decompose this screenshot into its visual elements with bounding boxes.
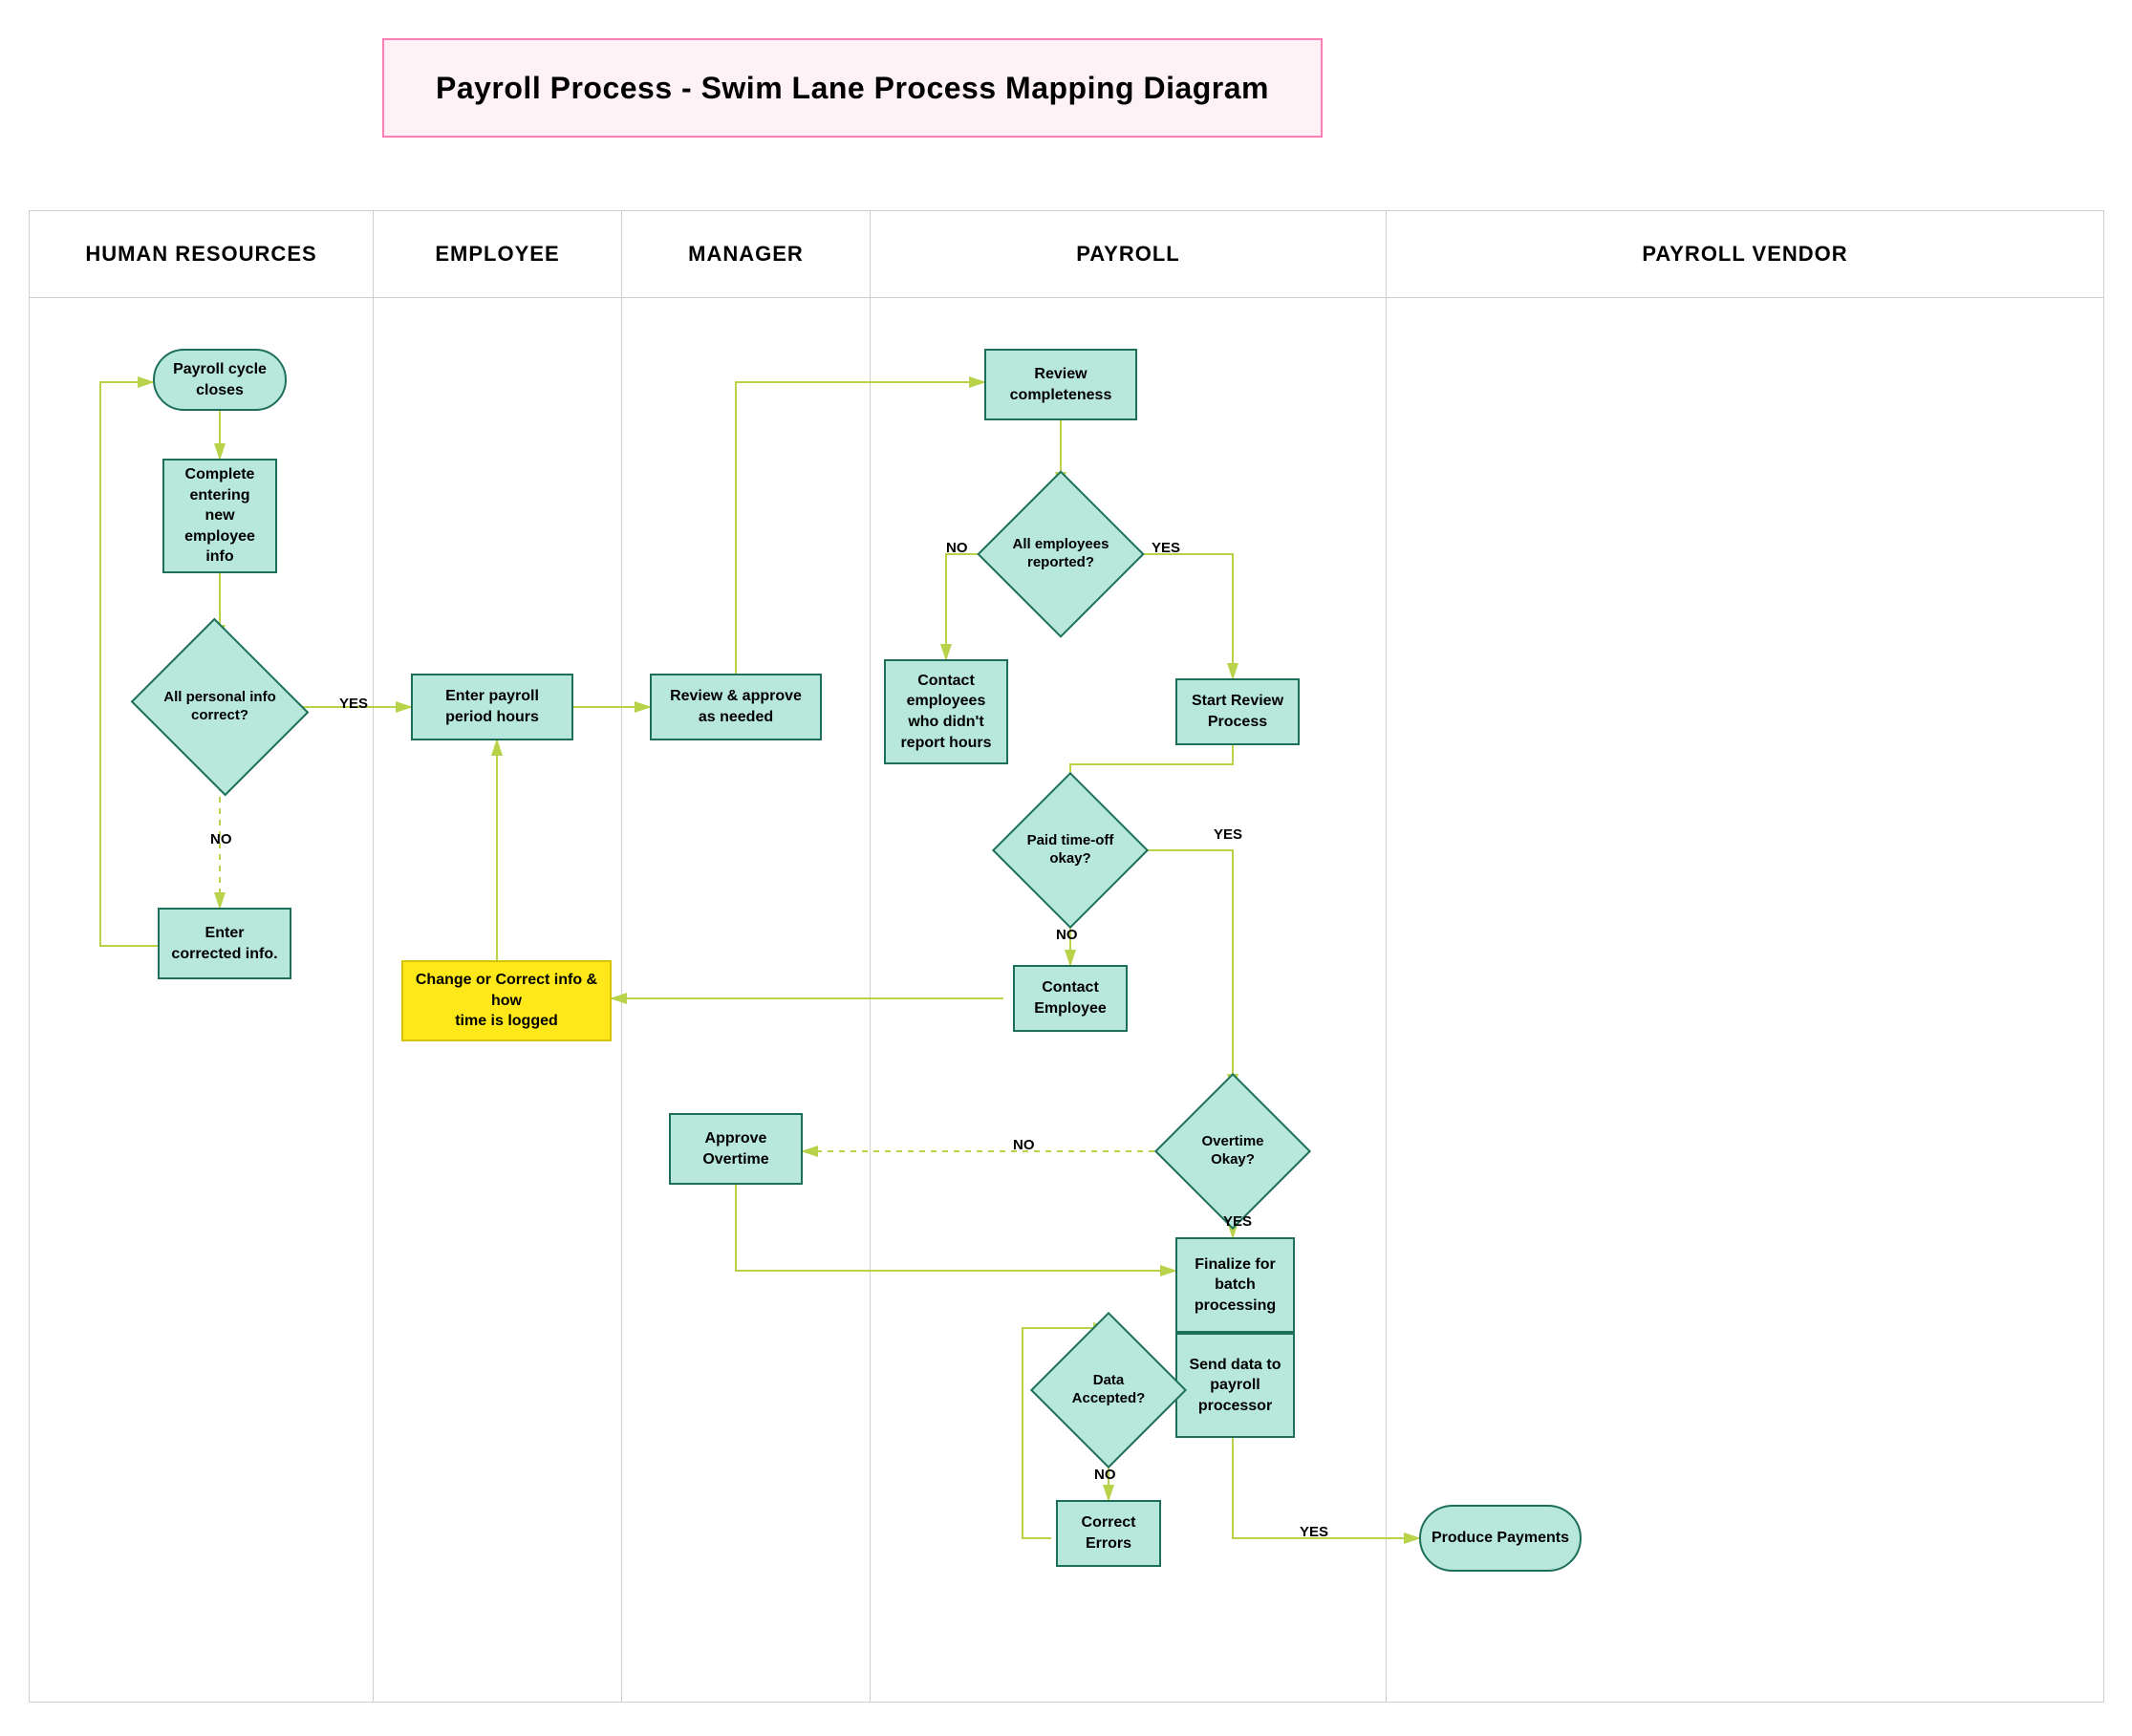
overtime-ok-label: Overtime Okay?: [1166, 1084, 1300, 1218]
page-root: Payroll Process - Swim Lane Process Mapp…: [0, 0, 2132, 1736]
approve-overtime-process: Approve Overtime: [669, 1113, 803, 1185]
label-no-data-accepted: NO: [1094, 1467, 1116, 1483]
lane-header-manager: MANAGER: [622, 211, 871, 297]
finalize-batch-process: Finalize for batch processing: [1175, 1237, 1295, 1333]
all-personal-info-label: All personal info correct?: [139, 635, 301, 779]
label-yes-personal-info: YES: [339, 696, 368, 712]
label-no-overtime: NO: [1013, 1137, 1035, 1153]
lane-header-row: HUMAN RESOURCES EMPLOYEE MANAGER PAYROLL…: [30, 211, 2103, 298]
all-employees-reported-label: All employees reported?: [989, 482, 1132, 626]
lane-header-vendor: PAYROLL VENDOR: [1387, 211, 2103, 297]
overtime-ok-decision: Overtime Okay?: [1166, 1084, 1300, 1218]
contact-didnt-report-process: Contact employees who didn't report hour…: [884, 659, 1008, 764]
label-no-personal-info: NO: [210, 831, 232, 847]
correct-errors-process: Correct Errors: [1056, 1500, 1161, 1567]
start-terminator: Payroll cycle closes: [153, 349, 287, 411]
label-yes-overtime: YES: [1223, 1213, 1252, 1230]
send-data-process: Send data to payroll processor: [1175, 1333, 1295, 1438]
lane-header-payroll: PAYROLL: [871, 211, 1387, 297]
lane-header-hr: HUMAN RESOURCES: [30, 211, 374, 297]
label-yes-all-reported: YES: [1152, 540, 1180, 556]
label-no-timeoff: NO: [1056, 927, 1078, 943]
label-yes-data-accepted: YES: [1300, 1524, 1328, 1540]
paid-timeoff-decision: Paid time-off okay?: [1003, 783, 1137, 917]
swimlane-grid: HUMAN RESOURCES EMPLOYEE MANAGER PAYROLL…: [29, 210, 2104, 1703]
all-employees-reported-decision: All employees reported?: [989, 482, 1132, 626]
diagram-title: Payroll Process - Swim Lane Process Mapp…: [436, 71, 1269, 106]
lane-body-vendor: [1387, 297, 2103, 1702]
enter-payroll-hours-process: Enter payroll period hours: [411, 674, 573, 740]
label-no-all-reported: NO: [946, 540, 968, 556]
change-correct-highlight: Change or Correct info & howtime is logg…: [401, 960, 612, 1041]
contact-employee-process: Contact Employee: [1013, 965, 1128, 1032]
data-accepted-label: Data Accepted?: [1042, 1323, 1175, 1457]
complete-entering-process: Complete enteringnew employee info: [162, 459, 277, 573]
diagram-title-box: Payroll Process - Swim Lane Process Mapp…: [382, 38, 1323, 138]
produce-payments-terminator: Produce Payments: [1419, 1505, 1582, 1572]
start-review-process: Start Review Process: [1175, 678, 1300, 745]
data-accepted-decision: Data Accepted?: [1042, 1323, 1175, 1457]
review-approve-process: Review & approve as needed: [650, 674, 822, 740]
review-completeness-process: Review completeness: [984, 349, 1137, 420]
all-personal-info-decision: All personal info correct?: [139, 635, 301, 779]
label-yes-timeoff: YES: [1214, 826, 1242, 843]
lane-header-employee: EMPLOYEE: [374, 211, 622, 297]
lane-body-manager: [622, 297, 871, 1702]
paid-timeoff-label: Paid time-off okay?: [1003, 783, 1137, 917]
enter-corrected-process: Enter corrected info.: [158, 908, 291, 979]
